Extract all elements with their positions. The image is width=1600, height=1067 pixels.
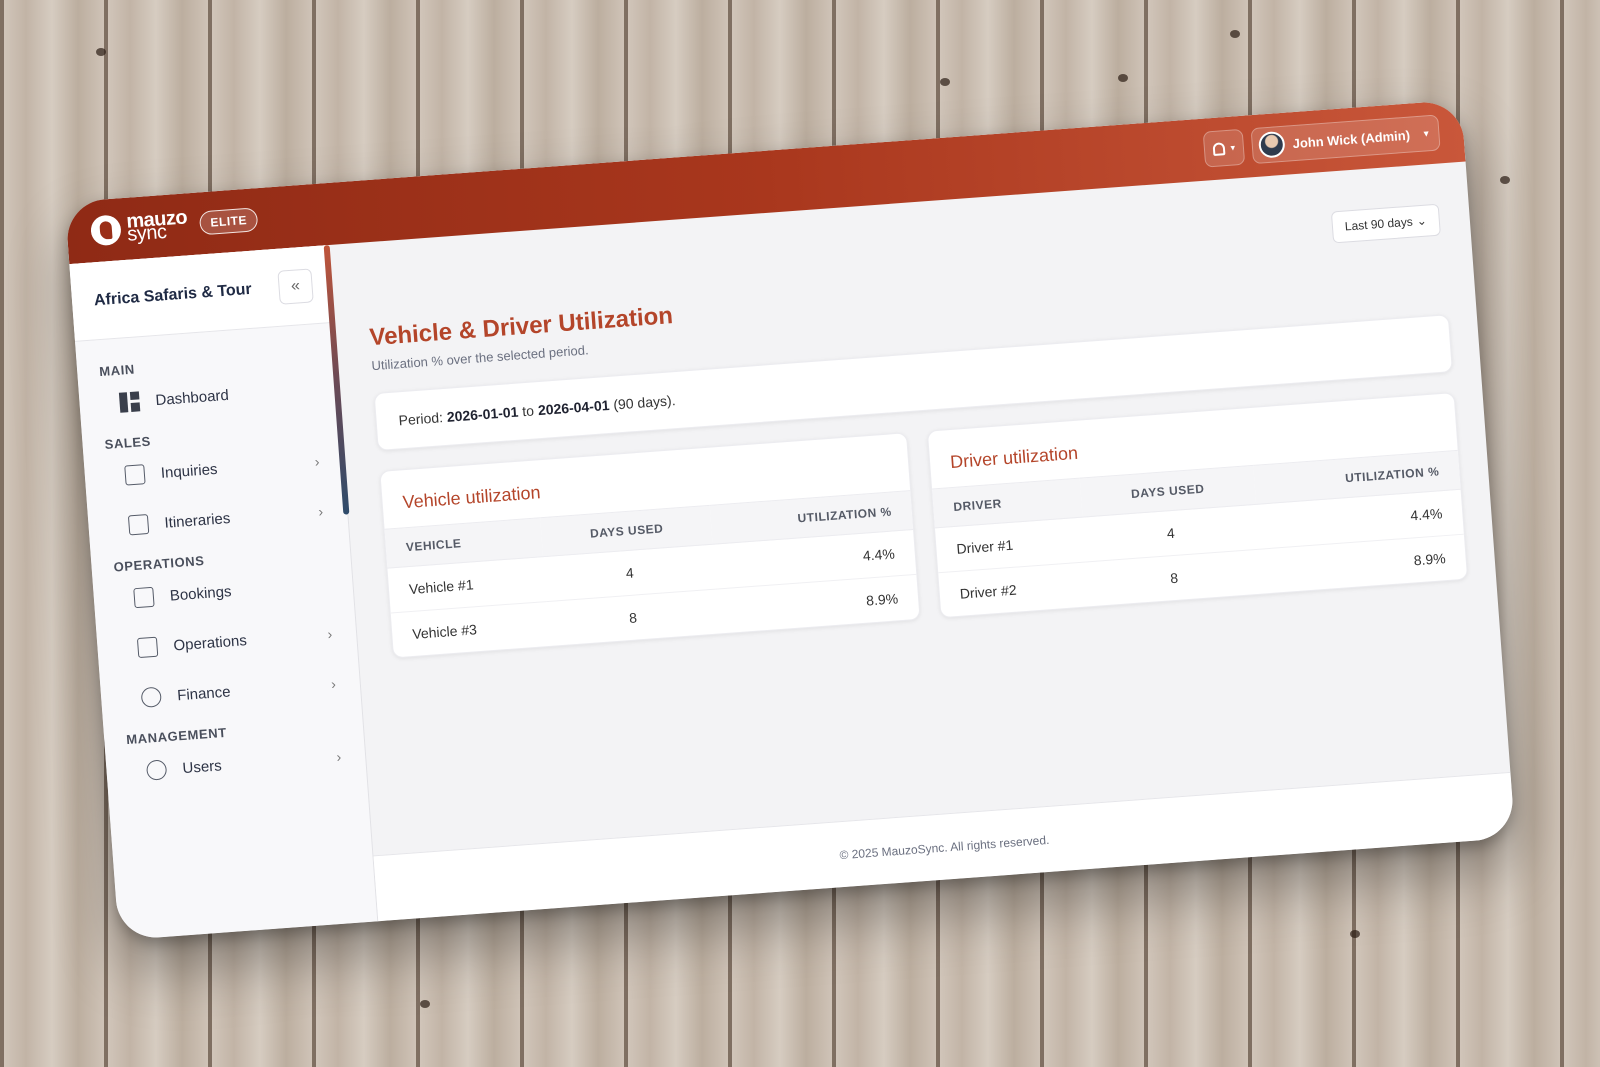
- wood-knot: [96, 48, 106, 56]
- chevron-right-icon: ›: [326, 625, 333, 643]
- plan-badge: ELITE: [198, 207, 259, 236]
- chevron-down-icon: ⌄: [1416, 213, 1428, 229]
- copyright-text: © 2025 MauzoSync. All rights reserved.: [838, 832, 1050, 862]
- dashboard-icon: [118, 391, 141, 413]
- bell-icon: [1212, 141, 1226, 156]
- wood-knot: [1230, 30, 1240, 38]
- logo-icon: [89, 214, 123, 247]
- driver-utilization-card: Driver utilization DRIVER DAYS USED UTIL…: [926, 391, 1469, 619]
- period-end: 2026-04-01: [537, 396, 610, 419]
- logo[interactable]: mauzo sync: [89, 206, 189, 247]
- app-window: mauzo sync ELITE ▾ John Wick (Admin) ▾ A…: [64, 99, 1516, 941]
- wood-knot: [1118, 74, 1128, 82]
- user-name: John Wick (Admin): [1292, 127, 1411, 151]
- chevron-down-icon: ▾: [1230, 141, 1236, 153]
- table-cell: Driver #2: [959, 581, 1018, 602]
- notifications-button[interactable]: ▾: [1202, 128, 1246, 168]
- period-start: 2026-01-01: [446, 403, 519, 425]
- wood-knot: [1350, 930, 1360, 938]
- sidebar-item-label: Inquiries: [160, 460, 219, 482]
- logo-line-2: sync: [126, 220, 168, 246]
- chevron-right-icon: ›: [314, 453, 321, 470]
- avatar: [1257, 130, 1286, 159]
- map-icon: [127, 514, 150, 536]
- topbar-actions: ▾ John Wick (Admin) ▾: [1202, 114, 1441, 168]
- company-name: Africa Safaris & Tour: [93, 280, 253, 309]
- user-menu-button[interactable]: John Wick (Admin) ▾: [1250, 114, 1441, 165]
- users-icon: [145, 759, 168, 781]
- period-label: Period:: [398, 409, 444, 429]
- sidebar-item-label: Finance: [176, 682, 232, 704]
- double-chevron-left-icon: «: [290, 276, 301, 295]
- sidebar-item-label: Itineraries: [163, 509, 231, 532]
- sidebar-item-label: Operations: [172, 631, 248, 654]
- vehicle-utilization-card: Vehicle utilization VEHICLE DAYS USED UT…: [379, 432, 921, 659]
- chevron-right-icon: ›: [335, 748, 342, 765]
- period-days: (90 days).: [612, 392, 677, 413]
- chevron-right-icon: ›: [317, 503, 324, 520]
- date-range-value: Last 90 days: [1344, 214, 1414, 234]
- logo-text: mauzo sync: [126, 206, 189, 246]
- collapse-sidebar-button[interactable]: «: [277, 267, 314, 305]
- chat-icon: [124, 464, 146, 486]
- sidebar: Africa Safaris & Tour « MAIN Dashboard S…: [69, 244, 379, 941]
- wood-knot: [420, 1000, 430, 1008]
- wood-knot: [940, 78, 950, 86]
- sidebar-item-label: Dashboard: [154, 386, 230, 409]
- wood-knot: [1500, 176, 1510, 184]
- calendar-check-icon: [133, 586, 155, 609]
- sidebar-item-label: Bookings: [169, 582, 233, 605]
- period-to: to: [521, 402, 535, 420]
- calendar-grid-icon: [136, 636, 159, 659]
- coins-icon: [140, 686, 162, 708]
- date-range-select[interactable]: Last 90 days ⌄: [1330, 203, 1441, 244]
- chevron-right-icon: ›: [330, 675, 337, 693]
- chevron-down-icon: ▾: [1423, 127, 1429, 139]
- sidebar-item-label: Users: [181, 756, 223, 777]
